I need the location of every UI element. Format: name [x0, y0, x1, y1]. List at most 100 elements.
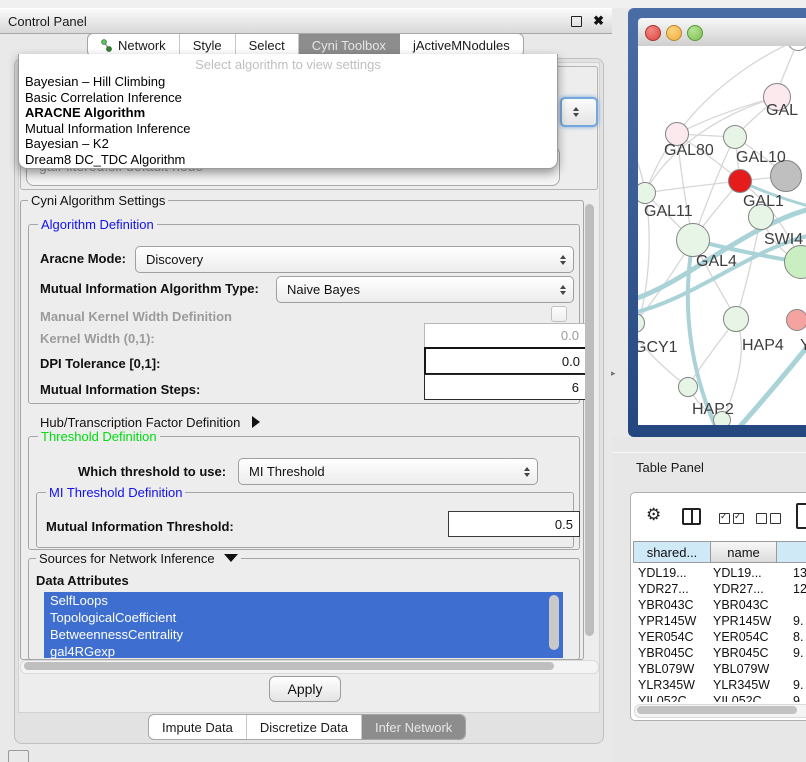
- mi-steps-input[interactable]: 6: [424, 374, 586, 400]
- node-label: GAL: [766, 102, 798, 120]
- settings-horizontal-scrollbar-thumb[interactable]: [24, 662, 554, 670]
- tab-cyni-toolbox[interactable]: Cyni Toolbox: [299, 34, 400, 56]
- aracne-mode-select[interactable]: Discovery: [135, 246, 574, 273]
- algorithm-placeholder: Select algorithm to view settings: [19, 54, 557, 74]
- kernel-width-input[interactable]: 0.0: [424, 323, 586, 348]
- deselect-all-columns-icon[interactable]: [756, 511, 784, 529]
- kernel-width-label: Kernel Width (0,1):: [40, 331, 155, 346]
- algorithm-option[interactable]: Basic Correlation Inference: [19, 90, 557, 106]
- table-settings-gear-icon[interactable]: ⚙: [646, 505, 661, 525]
- cell-name: YBL079W: [713, 662, 769, 676]
- which-threshold-select[interactable]: MI Threshold: [238, 458, 538, 485]
- column-header-label: name: [727, 545, 760, 560]
- sources-toggle[interactable]: Sources for Network Inference: [36, 551, 241, 566]
- float-window-icon[interactable]: [571, 16, 582, 27]
- cell-name: YLR345W: [713, 678, 770, 692]
- column-layout-icon[interactable]: [682, 508, 701, 525]
- column-header-label: shared...: [647, 545, 698, 560]
- tab-infer-network[interactable]: Infer Network: [362, 715, 465, 739]
- mi-threshold-label: Mutual Information Threshold:: [46, 519, 234, 534]
- spinner-arrows-icon: [560, 255, 566, 265]
- tab-network-label: Network: [118, 38, 166, 53]
- cell-value: 8.: [793, 630, 803, 644]
- aracne-mode-value: Discovery: [146, 252, 560, 267]
- network-node[interactable]: [786, 309, 806, 331]
- algorithm-option[interactable]: Bayesian – K2: [19, 136, 557, 152]
- network-window-titlebar[interactable]: [638, 18, 806, 47]
- algorithm-option-selected[interactable]: ARACNE Algorithm: [19, 105, 557, 121]
- close-traffic-light-icon[interactable]: [645, 25, 661, 41]
- network-node-hap2[interactable]: [678, 377, 698, 397]
- node-label: Y: [800, 337, 806, 355]
- apply-button[interactable]: Apply: [269, 676, 341, 702]
- attribute-item-selected[interactable]: gal4RGexp: [44, 643, 563, 658]
- tab-style[interactable]: Style: [180, 34, 236, 56]
- cell-name: YDL19...: [713, 566, 762, 580]
- manual-kernel-width-checkbox[interactable]: [551, 306, 567, 322]
- cyni-algorithm-settings-title: Cyni Algorithm Settings: [28, 193, 168, 208]
- mi-algorithm-type-value: Naive Bayes: [287, 282, 560, 297]
- cell-name: YBR045C: [713, 646, 769, 660]
- tab-infer-network-label: Infer Network: [375, 720, 452, 735]
- node-label: GAL11: [644, 203, 693, 221]
- cell-shared: YDR27...: [638, 582, 689, 596]
- restore-panel-icon[interactable]: [8, 750, 29, 762]
- network-node[interactable]: [723, 125, 747, 149]
- table-horizontal-scrollbar-thumb[interactable]: [637, 706, 797, 714]
- hub-definition-toggle[interactable]: Hub/Transcription Factor Definition: [40, 415, 260, 430]
- tab-cyni-toolbox-label: Cyni Toolbox: [312, 38, 386, 53]
- cell-value: 9.: [793, 694, 803, 702]
- mi-threshold-definition-title: MI Threshold Definition: [46, 485, 185, 500]
- settings-vertical-scrollbar[interactable]: [585, 204, 594, 636]
- tab-jactivemnodules-label: jActiveMNodules: [413, 38, 510, 53]
- attribute-item-selected[interactable]: TopologicalCoefficient: [44, 609, 563, 626]
- node-label: HAP4: [742, 337, 784, 355]
- network-canvas[interactable]: GAL GAL80 GAL10 GAL1 GAL11 GAL4 SWI4 GCY…: [638, 46, 806, 425]
- tab-network[interactable]: Network: [88, 34, 180, 56]
- attribute-item-selected[interactable]: BetweennessCentrality: [44, 626, 563, 643]
- close-window-icon[interactable]: ✖: [593, 13, 604, 29]
- network-node-hap4[interactable]: [723, 306, 749, 332]
- cell-value: 9.: [793, 678, 803, 692]
- spinner-arrows-icon: [524, 467, 530, 477]
- tab-discretize-data[interactable]: Discretize Data: [247, 715, 362, 739]
- which-threshold-value: MI Threshold: [249, 464, 524, 479]
- dpi-tolerance-value: 0.0: [562, 354, 580, 369]
- cell-shared: YPR145W: [638, 614, 696, 628]
- network-node-gal1[interactable]: [728, 169, 752, 193]
- mi-algorithm-type-label: Mutual Information Algorithm Type:: [40, 281, 259, 296]
- tab-impute-data[interactable]: Impute Data: [149, 715, 247, 739]
- cell-shared: YIL052C: [638, 694, 687, 702]
- tab-select[interactable]: Select: [236, 34, 299, 56]
- mi-threshold-input[interactable]: 0.5: [448, 511, 580, 537]
- splitter-handle-icon[interactable]: ▸: [611, 368, 616, 379]
- mi-algorithm-type-select[interactable]: Naive Bayes: [276, 276, 574, 303]
- zoom-traffic-light-icon[interactable]: [687, 25, 703, 41]
- control-panel-titlebar: Control Panel ✖: [0, 8, 612, 34]
- cell-value: 9.: [793, 646, 803, 660]
- node-label: GAL4: [696, 253, 737, 271]
- tab-style-label: Style: [193, 38, 222, 53]
- kernel-width-value: 0.0: [561, 328, 579, 343]
- tab-jactivemnodules[interactable]: jActiveMNodules: [400, 34, 523, 56]
- dpi-tolerance-input[interactable]: 0.0: [424, 347, 588, 375]
- column-header-shared-name[interactable]: shared...: [633, 541, 711, 563]
- cell-shared: YBR043C: [638, 598, 694, 612]
- cell-name: YER054C: [713, 630, 769, 644]
- select-all-columns-icon[interactable]: [719, 511, 747, 529]
- algorithm-option[interactable]: Mutual Information Inference: [19, 121, 557, 137]
- algorithm-option[interactable]: Bayesian – Hill Climbing: [19, 74, 557, 90]
- attributes-list-scrollbar[interactable]: [549, 595, 559, 650]
- algorithm-option[interactable]: Dream8 DC_TDC Algorithm: [19, 152, 557, 168]
- cell-value: 13: [793, 566, 806, 580]
- threshold-definition-title: Threshold Definition: [38, 429, 160, 444]
- export-table-icon[interactable]: [796, 503, 806, 529]
- tab-impute-data-label: Impute Data: [162, 720, 233, 735]
- minimize-traffic-light-icon[interactable]: [666, 25, 682, 41]
- node-label: SWI4: [764, 231, 803, 249]
- attribute-item-selected[interactable]: SelfLoops: [44, 592, 563, 609]
- algorithm-combo-arrows[interactable]: [560, 97, 598, 127]
- column-header-name[interactable]: name: [710, 541, 777, 563]
- column-header-partial[interactable]: [776, 541, 806, 563]
- network-node-gal4[interactable]: [676, 223, 710, 257]
